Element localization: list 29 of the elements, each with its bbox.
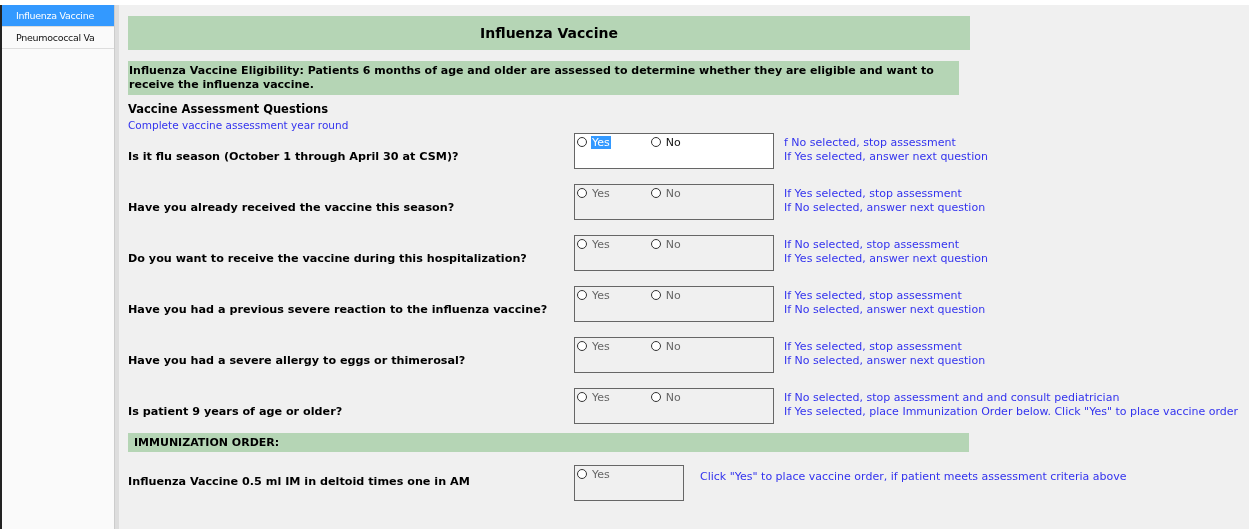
sidebar-item[interactable]: Influenza Vaccine (2, 5, 114, 27)
hint-text: If No selected, stop assessment (784, 238, 960, 252)
sidebar-item[interactable]: Pneumococcal Va (2, 27, 114, 49)
hint-text: If Yes selected, place Immunization Order below. Click "Yes" to place vaccine order (784, 405, 1239, 419)
eligibility-banner: Influenza Vaccine Eligibility: Patients 6 months of age and older are assessed to determine whether they are eligible and want to receive the influenza vaccine. (128, 61, 959, 95)
order-label: Influenza Vaccine 0.5 ml IM in deltoid times one in AM (128, 475, 471, 488)
question-label: Do you want to receive the vaccine during this hospitalization? (128, 252, 528, 265)
hint-text: If No selected, stop assessment and and consult pediatrician (784, 391, 1121, 405)
radio-option[interactable]: No (650, 135, 682, 149)
question-label: Is it flu season (October 1 through April 30 at CSM)? (128, 150, 460, 163)
hint-text: Click "Yes" to place vaccine order, if patient meets assessment criteria above (700, 470, 1127, 484)
section-note: Complete vaccine assessment year round (128, 119, 350, 131)
hint-text: If Yes selected, answer next question (784, 252, 988, 266)
hint-text: If No selected, answer next question (784, 354, 986, 368)
radio-group[interactable]: Yes No (574, 133, 774, 169)
hint-text: If Yes selected, stop assessment (784, 340, 963, 354)
form-title: Influenza Vaccine (128, 16, 970, 50)
question-label: Have you already received the vaccine this season? (128, 201, 456, 214)
hint-text: If Yes selected, stop assessment (784, 187, 963, 201)
hint-text: If Yes selected, answer next question (784, 150, 988, 164)
hint-text: If No selected, answer next question (784, 303, 986, 317)
hint-text: If Yes selected, stop assessment (784, 289, 963, 303)
question-label: Have you had a previous severe reaction to the influenza vaccine? (128, 303, 549, 316)
order-header: IMMUNIZATION ORDER: (128, 433, 969, 452)
hint-text: f No selected, stop assessment (784, 136, 957, 150)
question-label: Have you had a severe allergy to eggs or thimerosal? (128, 354, 467, 367)
section-title: Vaccine Assessment Questions (128, 102, 330, 116)
hint-text: If No selected, answer next question (784, 201, 986, 215)
question-label: Is patient 9 years of age or older? (128, 405, 344, 418)
